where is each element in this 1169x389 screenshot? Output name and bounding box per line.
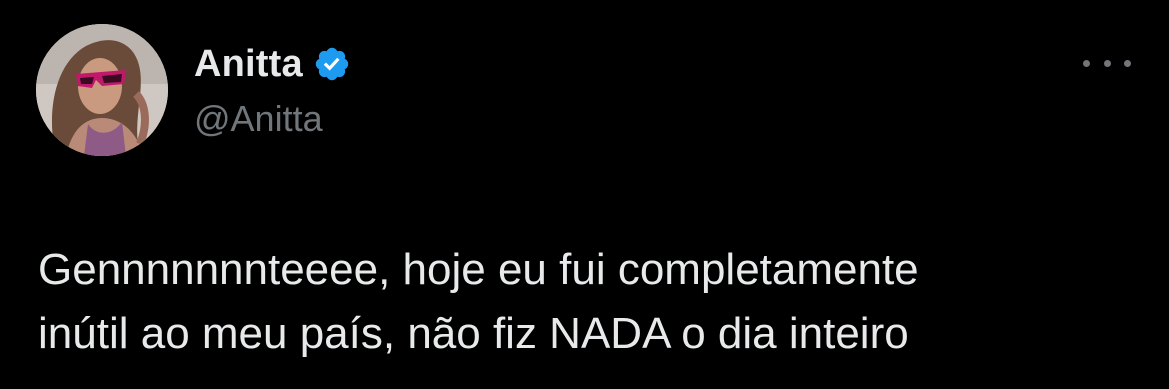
more-horizontal-icon [1103, 59, 1111, 67]
avatar-photo [36, 24, 168, 156]
tweet: Anitta @Anitta Gennnnnnnteeee, hoje eu f… [0, 0, 1169, 389]
author-block: Anitta @Anitta [194, 40, 351, 140]
more-horizontal-icon [1124, 59, 1131, 67]
verified-badge-icon [313, 45, 351, 83]
author-handle[interactable]: @Anitta [194, 98, 351, 140]
author-name-row: Anitta [194, 40, 351, 88]
more-options-button[interactable] [1083, 50, 1131, 76]
tweet-text-line: Gennnnnnnteeee, hoje eu fui completament… [38, 245, 919, 294]
tweet-text: Gennnnnnnteeee, hoje eu fui completament… [38, 238, 1128, 366]
tweet-text-line: inútil ao meu país, não fiz NADA o dia i… [38, 309, 909, 358]
avatar[interactable] [36, 24, 168, 156]
author-display-name[interactable]: Anitta [194, 43, 303, 86]
more-horizontal-icon [1083, 59, 1090, 67]
